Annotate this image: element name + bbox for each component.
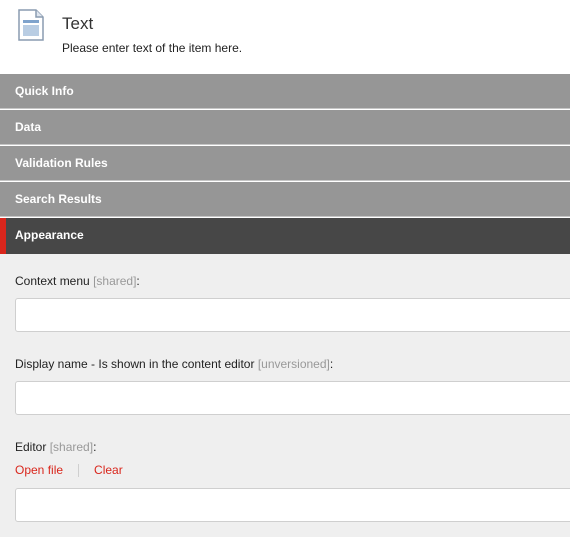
context-menu-input[interactable] — [15, 298, 570, 332]
document-icon — [17, 9, 45, 41]
section-appearance[interactable]: Appearance — [0, 218, 570, 254]
editor-actions: Open file Clear — [15, 463, 123, 478]
shared-tag: [shared] — [49, 440, 94, 454]
section-label: Quick Info — [15, 84, 74, 98]
context-menu-label: Context menu [shared]: — [15, 274, 140, 288]
section-label: Data — [15, 120, 42, 134]
section-label: Validation Rules — [15, 156, 108, 170]
item-title: Text — [62, 14, 94, 33]
section-quick-info[interactable]: Quick Info — [0, 74, 570, 109]
clear-link[interactable]: Clear — [94, 463, 123, 477]
section-validation-rules[interactable]: Validation Rules — [0, 146, 570, 181]
appearance-panel: Context menu [shared]: Display name - Is… — [0, 254, 570, 537]
shared-tag: [shared] — [93, 274, 137, 288]
item-header: Text Please enter text of the item here. — [0, 0, 570, 74]
editor-input[interactable] — [15, 488, 570, 522]
display-name-label: Display name - Is shown in the content e… — [15, 357, 334, 371]
section-label: Appearance — [15, 228, 84, 242]
open-file-link[interactable]: Open file — [15, 463, 63, 477]
editor-label: Editor [shared]: — [15, 440, 97, 454]
section-data[interactable]: Data — [0, 110, 570, 145]
display-name-input[interactable] — [15, 381, 570, 415]
link-divider — [78, 464, 80, 478]
unversioned-tag: [unversioned] — [257, 357, 330, 371]
item-subtitle: Please enter text of the item here. — [62, 41, 243, 55]
section-label: Search Results — [15, 192, 102, 206]
section-search-results[interactable]: Search Results — [0, 182, 570, 217]
active-section-marker — [0, 218, 6, 254]
